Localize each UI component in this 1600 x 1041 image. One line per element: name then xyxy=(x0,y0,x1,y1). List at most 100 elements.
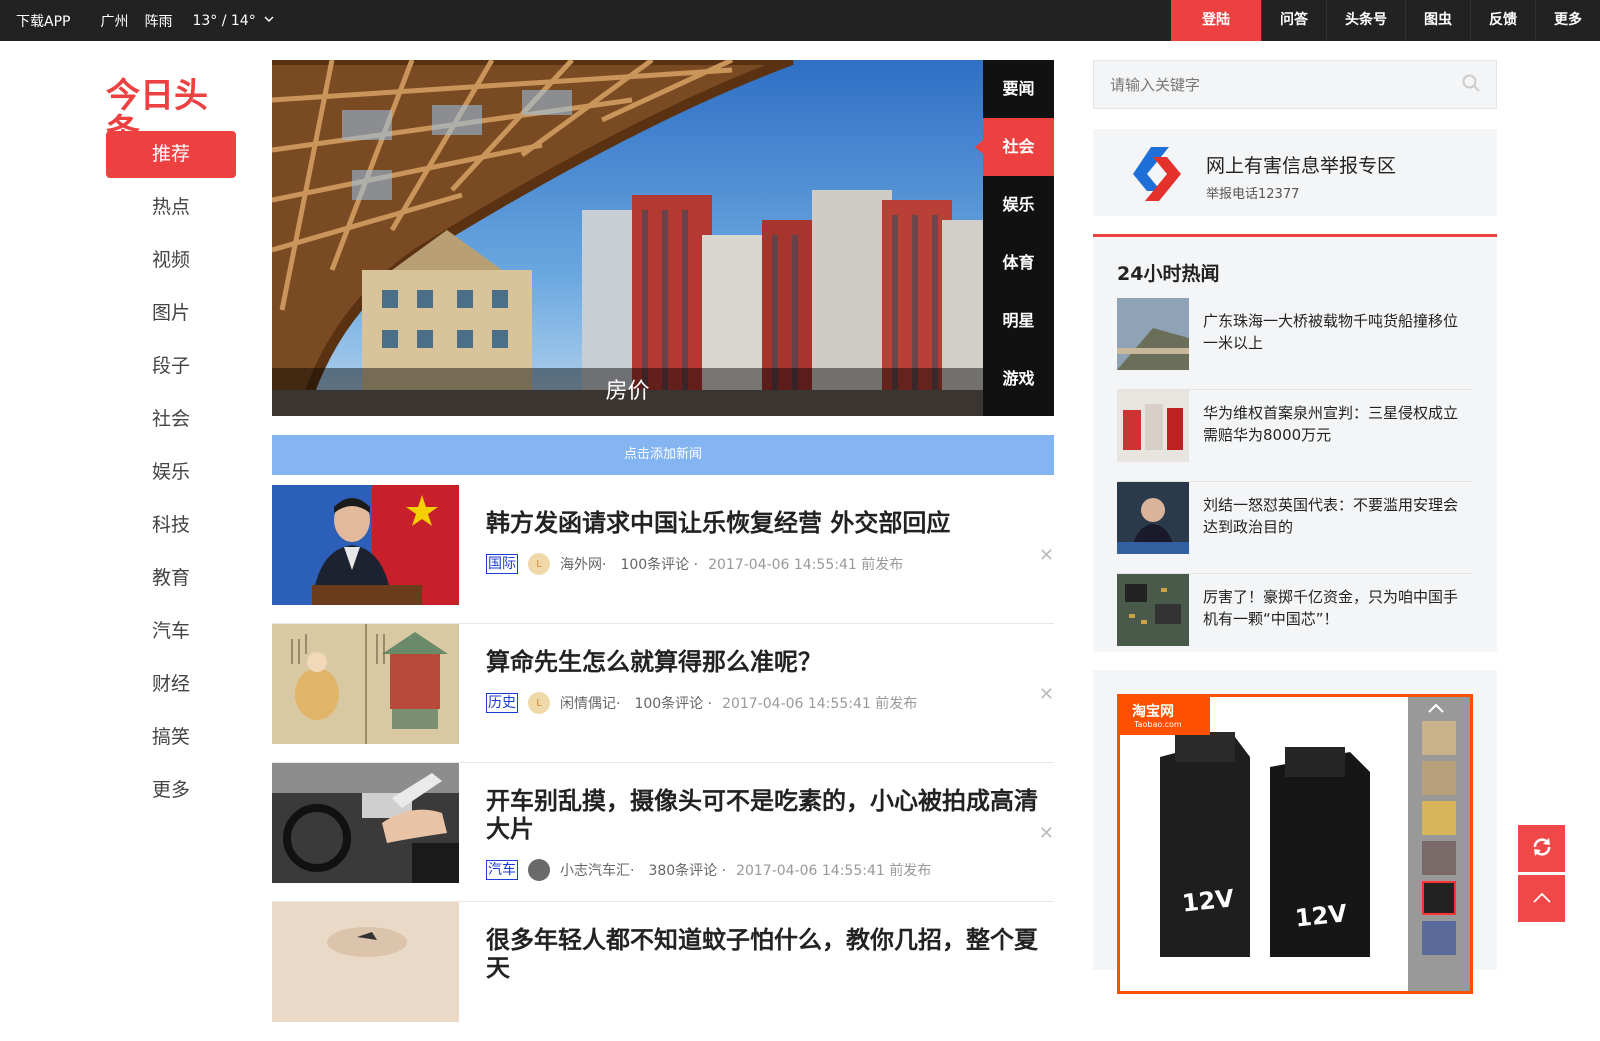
nav-item-jokes[interactable]: 段子 xyxy=(106,343,236,390)
ad-thumb[interactable] xyxy=(1422,921,1456,955)
login-button[interactable]: 登陆 xyxy=(1171,0,1261,41)
feed-meta: 汽车 小志汽车汇· 380条评论 · 2017-04-06 14:55:41 前… xyxy=(486,859,931,881)
nav-item-finance[interactable]: 财经 xyxy=(106,661,236,708)
search-box xyxy=(1093,60,1497,109)
search-button[interactable] xyxy=(1446,61,1496,108)
search-input[interactable] xyxy=(1094,61,1446,108)
hot-news-item[interactable]: 广东珠海一大桥被载物千吨货船撞移位一米以上 xyxy=(1117,298,1473,390)
feed-item[interactable]: 开车别乱摸，摄像头可不是吃素的，小心被拍成高清大片 汽车 小志汽车汇· 380条… xyxy=(272,763,1054,902)
add-news-button[interactable]: 点击添加新闻 xyxy=(272,435,1054,475)
report-panel[interactable]: 网上有害信息举报专区 举报电话12377 xyxy=(1093,129,1497,216)
nav-item-funny[interactable]: 搞笑 xyxy=(106,714,236,761)
carousel-caption[interactable]: 房价 xyxy=(272,368,983,416)
feed-source[interactable]: 海外网· xyxy=(560,554,606,574)
product-label-left: 12V xyxy=(1180,884,1236,918)
nav-item-hot[interactable]: 热点 xyxy=(106,184,236,231)
feed-tag[interactable]: 历史 xyxy=(486,693,518,713)
weather-dropdown[interactable]: 13° / 14° xyxy=(192,13,303,29)
refresh-button[interactable] xyxy=(1518,825,1565,872)
close-icon[interactable]: ✕ xyxy=(1039,545,1054,566)
feed-thumbnail[interactable] xyxy=(272,485,459,605)
site-logo[interactable]: 今日头条 xyxy=(106,78,236,150)
nav-item-tech[interactable]: 科技 xyxy=(106,502,236,549)
chevron-up-icon[interactable] xyxy=(1428,701,1444,717)
feed-thumbnail[interactable] xyxy=(272,902,459,1022)
feed-title[interactable]: 开车别乱摸，摄像头可不是吃素的，小心被拍成高清大片 xyxy=(486,787,1056,843)
toutiaohao-link[interactable]: 头条号 xyxy=(1326,0,1405,41)
carousel-tab-stars[interactable]: 明星 xyxy=(983,292,1054,350)
hot-news-text[interactable]: 刘结一怒怼英国代表：不要滥用安理会达到政治目的 xyxy=(1203,494,1463,538)
hot-news-thumbnail[interactable] xyxy=(1117,390,1189,462)
feed-comments[interactable]: 380条评论 · xyxy=(648,860,726,880)
feed-item[interactable]: 很多年轻人都不知道蚊子怕什么，教你几招，整个夏天 xyxy=(272,902,1054,1041)
nav-item-images[interactable]: 图片 xyxy=(106,290,236,337)
hot-news-text[interactable]: 华为维权首案泉州宣判：三星侵权成立需赔华为8000万元 xyxy=(1203,402,1463,446)
carousel-tab-headlines[interactable]: 要闻 xyxy=(983,60,1054,118)
source-avatar[interactable]: L xyxy=(528,692,550,714)
carousel-tabs: 要闻 社会 娱乐 体育 明星 游戏 xyxy=(975,60,1054,416)
tuchong-link[interactable]: 图虫 xyxy=(1405,0,1470,41)
hot-news-thumbnail[interactable] xyxy=(1117,482,1189,554)
feed-item[interactable]: 算命先生怎么就算得那么准呢？ 历史 L 闲情偶记· 100条评论 · 2017-… xyxy=(272,624,1054,763)
nav-item-recommend[interactable]: 推荐 xyxy=(106,131,236,178)
ad-thumbnail-strip[interactable] xyxy=(1408,697,1470,991)
feed-comments[interactable]: 100条评论 · xyxy=(634,693,712,713)
close-icon[interactable]: ✕ xyxy=(1039,823,1054,844)
nav-item-more[interactable]: 更多 xyxy=(106,767,236,814)
nav-item-society[interactable]: 社会 xyxy=(106,396,236,443)
hot-news-item[interactable]: 厉害了！豪掷千亿资金，只为咱中国手机有一颗“中国芯”！ xyxy=(1117,574,1473,666)
refresh-icon xyxy=(1530,835,1554,863)
feed-source[interactable]: 小志汽车汇· xyxy=(560,860,634,880)
carousel-image[interactable] xyxy=(272,60,983,416)
source-avatar[interactable]: L xyxy=(528,553,550,575)
taobao-ad[interactable]: 淘宝网 Taobao.com 12V 12V xyxy=(1117,694,1473,994)
headline-carousel: 房价 要闻 社会 娱乐 体育 明星 游戏 xyxy=(272,60,1054,416)
feed-meta: 历史 L 闲情偶记· 100条评论 · 2017-04-06 14:55:41 … xyxy=(486,692,917,714)
feed-item[interactable]: 韩方发函请求中国让乐恢复经营 外交部回应 国际 L 海外网· 100条评论 · … xyxy=(272,485,1054,624)
channel-nav: 推荐 热点 视频 图片 段子 社会 娱乐 科技 教育 汽车 财经 搞笑 更多 xyxy=(106,131,236,820)
ad-thumb-selected[interactable] xyxy=(1422,881,1456,915)
feed-title[interactable]: 韩方发函请求中国让乐恢复经营 外交部回应 xyxy=(486,509,1056,537)
top-bar-left: 下载APP 广州 阵雨 13° / 14° xyxy=(16,0,334,41)
feed-tag[interactable]: 国际 xyxy=(486,554,518,574)
feed-thumbnail[interactable] xyxy=(272,763,459,883)
carousel-tab-sports[interactable]: 体育 xyxy=(983,234,1054,292)
hot-news-text[interactable]: 厉害了！豪掷千亿资金，只为咱中国手机有一颗“中国芯”！ xyxy=(1203,586,1463,630)
more-link[interactable]: 更多 xyxy=(1535,0,1600,41)
carousel-tab-games[interactable]: 游戏 xyxy=(983,350,1054,408)
nav-item-video[interactable]: 视频 xyxy=(106,237,236,284)
feed-meta: 国际 L 海外网· 100条评论 · 2017-04-06 14:55:41 前… xyxy=(486,553,903,575)
taobao-brand-en: Taobao.com xyxy=(1134,720,1182,729)
back-to-top-button[interactable] xyxy=(1518,875,1565,922)
carousel-tab-society[interactable]: 社会 xyxy=(975,118,1054,176)
nav-item-education[interactable]: 教育 xyxy=(106,555,236,602)
ad-thumb[interactable] xyxy=(1422,721,1456,755)
hot-news-thumbnail[interactable] xyxy=(1117,298,1189,370)
feedback-link[interactable]: 反馈 xyxy=(1470,0,1535,41)
city-label[interactable]: 广州 xyxy=(100,11,128,31)
feed-source[interactable]: 闲情偶记· xyxy=(560,693,620,713)
download-app-link[interactable]: 下载APP xyxy=(16,11,70,31)
hot-news-text[interactable]: 广东珠海一大桥被载物千吨货船撞移位一米以上 xyxy=(1203,310,1463,354)
source-avatar[interactable] xyxy=(528,859,550,881)
hot-news-item[interactable]: 华为维权首案泉州宣判：三星侵权成立需赔华为8000万元 xyxy=(1117,390,1473,482)
ad-thumb[interactable] xyxy=(1422,761,1456,795)
qa-link[interactable]: 问答 xyxy=(1261,0,1326,41)
nav-item-entertainment[interactable]: 娱乐 xyxy=(106,449,236,496)
hot-news-item[interactable]: 刘结一怒怼英国代表：不要滥用安理会达到政治目的 xyxy=(1117,482,1473,574)
product-label-right: 12V xyxy=(1293,899,1349,933)
close-icon[interactable]: ✕ xyxy=(1039,684,1054,705)
ad-panel: 淘宝网 Taobao.com 12V 12V xyxy=(1093,670,1497,994)
carousel-tab-entertainment[interactable]: 娱乐 xyxy=(983,176,1054,234)
feed-comments[interactable]: 100条评论 · xyxy=(620,554,698,574)
feed-thumbnail[interactable] xyxy=(272,624,459,744)
chevron-up-icon xyxy=(1532,889,1551,908)
feed-title[interactable]: 很多年轻人都不知道蚊子怕什么，教你几招，整个夏天 xyxy=(486,926,1056,982)
nav-item-auto[interactable]: 汽车 xyxy=(106,608,236,655)
search-icon xyxy=(1462,74,1480,96)
feed-title[interactable]: 算命先生怎么就算得那么准呢？ xyxy=(486,648,1056,676)
ad-thumb[interactable] xyxy=(1422,841,1456,875)
ad-thumb[interactable] xyxy=(1422,801,1456,835)
feed-tag[interactable]: 汽车 xyxy=(486,860,518,880)
hot-news-thumbnail[interactable] xyxy=(1117,574,1189,646)
